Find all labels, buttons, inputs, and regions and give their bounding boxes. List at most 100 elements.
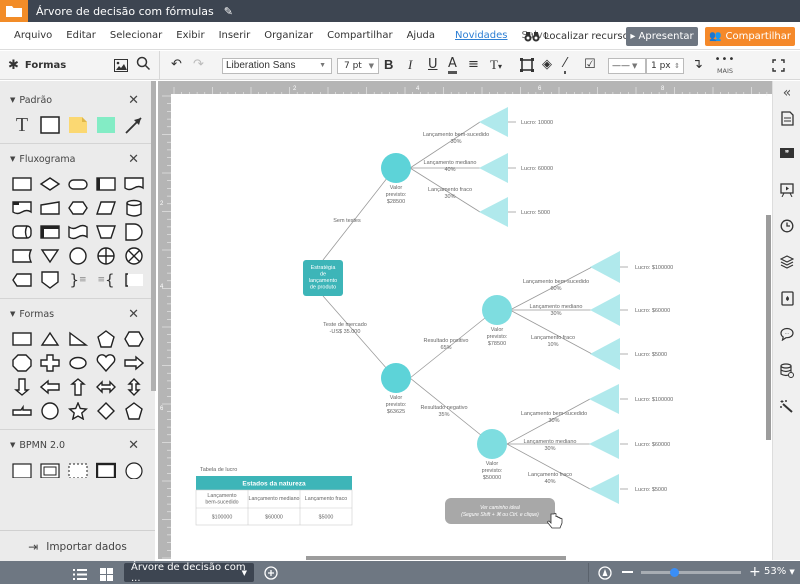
history-icon[interactable] bbox=[779, 219, 795, 237]
page-settings-icon[interactable] bbox=[779, 111, 795, 130]
font-family-select[interactable]: Liberation Sans ▼ bbox=[222, 58, 332, 74]
offpage-shape[interactable] bbox=[36, 270, 64, 290]
note-shape[interactable] bbox=[64, 115, 92, 135]
manual-input-shape[interactable] bbox=[36, 198, 64, 218]
fullscreen-icon[interactable] bbox=[772, 59, 785, 76]
import-data-button[interactable]: ⇥ Importar dados bbox=[0, 530, 155, 562]
right-arrow-shape[interactable] bbox=[120, 353, 148, 373]
merge-shape[interactable] bbox=[36, 246, 64, 266]
brace-note-left-shape[interactable]: ≡{ bbox=[92, 270, 120, 290]
left-arrow-shape[interactable] bbox=[36, 377, 64, 397]
comment-icon[interactable]: ··· bbox=[779, 327, 795, 345]
bpmn-subprocess-shape[interactable] bbox=[36, 460, 64, 480]
layers-icon[interactable] bbox=[779, 255, 795, 273]
more-button[interactable]: ••• MAIS bbox=[714, 55, 736, 76]
underline-icon[interactable]: U bbox=[428, 57, 438, 72]
gear-icon[interactable]: ✱ bbox=[8, 58, 19, 73]
annotation-shape[interactable] bbox=[120, 270, 148, 290]
section-bpmn-header[interactable]: ▼ BPMN 2.0 ✕ bbox=[0, 434, 155, 456]
horizontal-scrollbar[interactable] bbox=[306, 556, 566, 560]
share-button[interactable]: 👥 Compartilhar bbox=[705, 27, 795, 46]
pentagon-shape[interactable] bbox=[92, 329, 120, 349]
decision-shape[interactable] bbox=[36, 174, 64, 194]
novidades-link[interactable]: Novidades bbox=[455, 30, 507, 41]
theme-icon[interactable] bbox=[779, 291, 795, 310]
database-shape[interactable] bbox=[120, 198, 148, 218]
text-options-icon[interactable]: T▾ bbox=[490, 57, 502, 73]
fill-color-icon[interactable]: ◈ bbox=[542, 57, 552, 72]
rectangle-shape[interactable] bbox=[36, 115, 64, 135]
punched-tape-shape[interactable] bbox=[64, 222, 92, 242]
terminator-shape[interactable] bbox=[64, 174, 92, 194]
add-page-icon[interactable] bbox=[264, 565, 278, 584]
stored-data-shape[interactable] bbox=[8, 222, 36, 242]
triangle-shape[interactable] bbox=[36, 329, 64, 349]
arrow-shape[interactable] bbox=[120, 115, 148, 135]
manual-operation-shape[interactable] bbox=[92, 222, 120, 242]
quote-icon[interactable]: ❞ bbox=[779, 147, 795, 163]
italic-icon[interactable]: I bbox=[408, 57, 412, 73]
cloud-shape[interactable] bbox=[64, 353, 92, 373]
or-shape[interactable] bbox=[92, 246, 120, 266]
grid-view-icon[interactable] bbox=[100, 566, 113, 585]
data-shape[interactable] bbox=[92, 198, 120, 218]
image-icon[interactable] bbox=[114, 57, 128, 76]
data-link-icon[interactable] bbox=[779, 363, 795, 382]
connector-icon[interactable]: ↴ bbox=[692, 57, 703, 72]
present-button[interactable]: ▸ Apresentar bbox=[626, 27, 698, 46]
card-shape[interactable] bbox=[8, 246, 36, 266]
section-padrao-header[interactable]: ▼ Padrão ✕ bbox=[0, 89, 155, 111]
bpmn-task-shape[interactable] bbox=[8, 460, 36, 480]
filled-rect-shape[interactable] bbox=[92, 115, 120, 135]
delay-shape[interactable] bbox=[120, 222, 148, 242]
document-shape[interactable] bbox=[120, 174, 148, 194]
shape-border-icon[interactable] bbox=[520, 58, 534, 76]
menu-ajuda[interactable]: Ajuda bbox=[407, 30, 435, 41]
polygon-shape[interactable] bbox=[120, 401, 148, 421]
zoom-slider[interactable] bbox=[641, 568, 741, 577]
navigation-icon[interactable] bbox=[598, 565, 612, 584]
text-shape[interactable]: T bbox=[8, 114, 36, 136]
rect-basic-shape[interactable] bbox=[8, 329, 36, 349]
magic-wand-icon[interactable] bbox=[779, 399, 795, 417]
line-color-icon[interactable]: ⁄ bbox=[564, 57, 567, 74]
vertical-scrollbar[interactable] bbox=[766, 215, 771, 440]
document-title[interactable]: Árvore de decisão com fórmulas bbox=[36, 5, 214, 18]
internal-storage-shape[interactable] bbox=[36, 222, 64, 242]
zoom-level[interactable]: 53% ▼ bbox=[764, 566, 795, 577]
zoom-slider-handle[interactable] bbox=[669, 568, 679, 577]
sidebar-scrollbar[interactable] bbox=[151, 81, 156, 391]
display-shape[interactable] bbox=[8, 270, 36, 290]
menu-editar[interactable]: Editar bbox=[66, 30, 96, 41]
page-tab[interactable]: Árvore de decisão com ... ▼ bbox=[124, 562, 254, 584]
folder-icon[interactable] bbox=[0, 0, 28, 22]
down-arrow-shape[interactable] bbox=[8, 377, 36, 397]
bpmn-event-shape[interactable] bbox=[120, 460, 148, 480]
line-style-select[interactable]: —— ▼ bbox=[608, 58, 646, 74]
hexagon-shape[interactable] bbox=[120, 329, 148, 349]
bpmn-group-shape[interactable] bbox=[64, 460, 92, 480]
octagon-shape[interactable] bbox=[8, 353, 36, 373]
bold-icon[interactable]: B bbox=[384, 57, 393, 72]
presentation-icon[interactable] bbox=[779, 183, 795, 201]
redo-icon[interactable]: ↷ bbox=[193, 57, 204, 72]
preparation-shape[interactable] bbox=[64, 198, 92, 218]
up-arrow-shape[interactable] bbox=[64, 377, 92, 397]
list-view-icon[interactable] bbox=[73, 566, 87, 585]
heart-shape[interactable] bbox=[92, 353, 120, 373]
menu-exibir[interactable]: Exibir bbox=[176, 30, 204, 41]
zoom-out-icon[interactable] bbox=[622, 571, 633, 573]
star-shape[interactable] bbox=[64, 401, 92, 421]
menu-organizar[interactable]: Organizar bbox=[264, 30, 313, 41]
search-icon[interactable] bbox=[136, 56, 151, 75]
close-icon[interactable]: ✕ bbox=[128, 438, 139, 453]
style-icon[interactable]: ☑ bbox=[584, 57, 596, 72]
chevron-down-icon[interactable]: ▼ bbox=[242, 569, 247, 577]
optimal-path-button[interactable] bbox=[445, 498, 555, 524]
section-formas-header[interactable]: ▼ Formas ✕ bbox=[0, 303, 155, 325]
collapse-icon[interactable]: « bbox=[779, 85, 795, 101]
pencil-icon[interactable]: ✎ bbox=[224, 5, 233, 18]
menu-selecionar[interactable]: Selecionar bbox=[110, 30, 162, 41]
double-arrow-shape[interactable] bbox=[92, 377, 120, 397]
vertical-double-arrow-shape[interactable] bbox=[120, 377, 148, 397]
